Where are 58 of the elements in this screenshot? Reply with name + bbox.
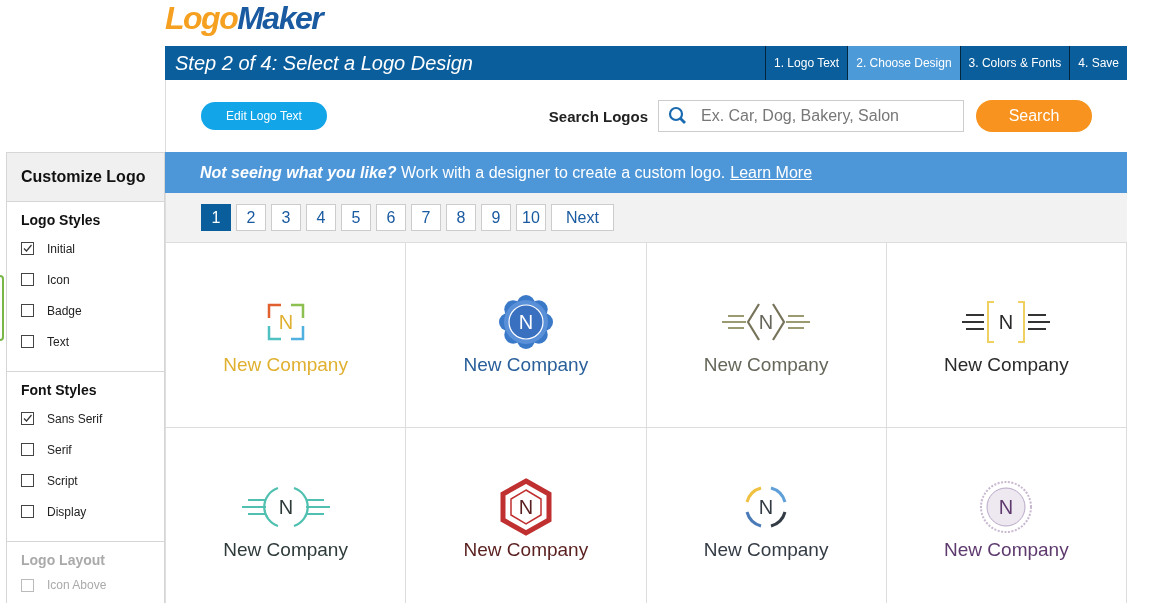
page-button[interactable]: 6 xyxy=(376,204,406,231)
logo-initial: N xyxy=(999,311,1014,333)
page-button[interactable]: 8 xyxy=(446,204,476,231)
logo-initial: N xyxy=(999,496,1014,518)
checkbox-label: Badge xyxy=(47,303,82,318)
checkbox-label: Script xyxy=(47,473,78,488)
logo-initial: N xyxy=(518,311,534,333)
checkbox[interactable] xyxy=(21,304,34,317)
logo-tile[interactable]: N New Company xyxy=(646,243,887,428)
logo-initial: N xyxy=(758,496,774,518)
page-button[interactable]: 2 xyxy=(236,204,266,231)
checkbox[interactable] xyxy=(21,505,34,518)
company-name: New Company xyxy=(944,354,1069,376)
company-name: New Company xyxy=(223,354,348,376)
company-name: New Company xyxy=(944,539,1069,561)
checkbox[interactable] xyxy=(21,474,34,487)
company-name: New Company xyxy=(463,539,589,561)
checkbox-label: Serif xyxy=(47,442,72,457)
brand-logo: LogoMaker xyxy=(165,0,326,38)
checkbox-label: Text xyxy=(47,334,69,349)
logo-initial: N xyxy=(758,311,774,333)
banner-text: Not seeing what you like? Work with a designer to create a custom logo. xyxy=(200,163,726,182)
search-label: Search Logos xyxy=(548,107,648,125)
logo-initial: N xyxy=(518,496,534,518)
section-heading: Logo Layout xyxy=(21,552,106,568)
company-name: New Company xyxy=(463,354,589,376)
next-button[interactable]: Next xyxy=(551,204,614,231)
checkbox[interactable] xyxy=(21,273,34,286)
search-field[interactable]: Ex. Car, Dog, Bakery, Salon xyxy=(658,100,964,132)
page-button[interactable]: 1 xyxy=(201,204,231,231)
checkbox-label: Sans Serif xyxy=(47,411,103,426)
page-button[interactable]: 7 xyxy=(411,204,441,231)
page-button[interactable]: 4 xyxy=(306,204,336,231)
company-name: New Company xyxy=(703,539,829,561)
step-title: Step 2 of 4: Select a Logo Design xyxy=(174,50,474,76)
logo-tile[interactable]: N New Company xyxy=(886,243,1127,428)
step-tab[interactable]: 4. Save xyxy=(1069,46,1127,80)
logo-tile[interactable]: N New Company xyxy=(406,243,647,428)
step-tab[interactable]: 3. Colors & Fonts xyxy=(959,46,1070,80)
page-button[interactable]: 5 xyxy=(341,204,371,231)
page-button[interactable]: 9 xyxy=(481,204,511,231)
logo-initial: N xyxy=(278,496,293,518)
checkbox[interactable] xyxy=(21,335,34,348)
checkbox[interactable] xyxy=(21,443,34,456)
checkbox-label: Initial xyxy=(47,241,75,256)
checkbox[interactable] xyxy=(21,412,34,425)
logo-initial: N xyxy=(278,311,293,333)
company-name: New Company xyxy=(223,539,348,561)
checkbox[interactable] xyxy=(21,242,34,255)
checkbox-label: Icon Above xyxy=(47,578,107,592)
checkbox-label: Icon xyxy=(47,272,70,287)
panel-title: Customize Logo xyxy=(7,153,164,202)
checkbox-label: Display xyxy=(47,504,87,519)
section-heading: Font Styles xyxy=(21,382,98,398)
company-name: New Company xyxy=(703,354,829,376)
page-button[interactable]: 3 xyxy=(271,204,301,231)
page-button[interactable]: 10 xyxy=(516,204,546,231)
section-heading: Logo Styles xyxy=(21,212,102,228)
